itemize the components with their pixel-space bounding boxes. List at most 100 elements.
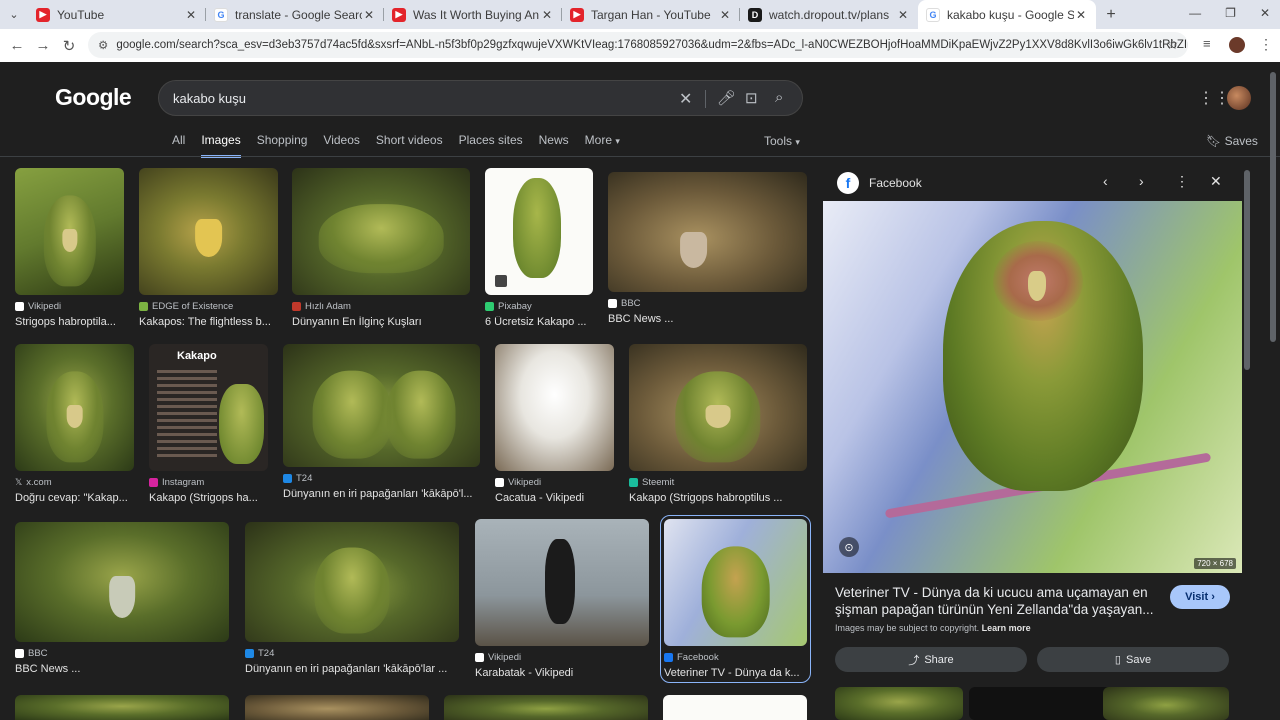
result-title[interactable]: 6 Ücretsiz Kakapo ... xyxy=(485,316,593,328)
tab-more[interactable]: More ▾ xyxy=(585,133,620,158)
panel-source[interactable]: f Facebook xyxy=(837,172,922,194)
image-result[interactable]: Vikipedi Cacatua - Vikipedi xyxy=(495,344,614,504)
image-result[interactable]: Steemit Kakapo (Strigops habroptilus ... xyxy=(629,344,807,504)
previous-icon[interactable]: ‹ xyxy=(1103,173,1108,189)
browser-tab[interactable]: ▶ Targan Han - YouTube ✕ xyxy=(562,0,740,29)
tab-images[interactable]: Images xyxy=(201,133,241,158)
image-result[interactable]: BBC BBC News ... xyxy=(15,522,229,675)
reload-icon[interactable]: ↻ xyxy=(56,37,82,55)
saves-button[interactable]: 🔖︎ Saves xyxy=(1206,134,1258,148)
account-avatar[interactable] xyxy=(1227,86,1251,110)
image-result[interactable] xyxy=(15,695,229,720)
result-thumbnail[interactable]: Kakapo xyxy=(149,344,268,471)
save-button[interactable]: ▯ Save xyxy=(1037,647,1229,672)
media-control-icon[interactable]: ≡ xyxy=(1203,36,1211,51)
forward-icon[interactable]: → xyxy=(30,37,56,54)
image-result[interactable]: EDGE of Existence Kakapos: The flightles… xyxy=(139,168,278,328)
result-thumbnail[interactable] xyxy=(15,695,229,720)
image-result[interactable] xyxy=(444,695,648,720)
result-title[interactable]: Strigops habroptila... xyxy=(15,316,124,328)
image-result[interactable]: Pixabay 6 Ücretsiz Kakapo ... xyxy=(485,168,593,328)
result-title[interactable]: Dünyanın en iri papağanları 'kākāpō'lar … xyxy=(245,663,459,675)
related-thumbnail[interactable] xyxy=(969,687,1124,720)
microphone-icon[interactable]: 🎤︎ xyxy=(717,89,736,107)
page-scrollbar[interactable] xyxy=(1270,72,1276,342)
lens-icon[interactable]: ⊙ xyxy=(839,537,859,557)
tab-list-icon[interactable]: ⌄ xyxy=(0,8,28,21)
close-icon[interactable]: ✕ xyxy=(1210,173,1222,190)
tab-all[interactable]: All xyxy=(172,133,185,158)
close-icon[interactable]: ✕ xyxy=(540,8,554,22)
result-thumbnail[interactable] xyxy=(245,695,429,720)
tab-videos[interactable]: Videos xyxy=(323,133,359,158)
learn-more-link[interactable]: Learn more xyxy=(982,623,1031,633)
related-thumbnail[interactable] xyxy=(835,687,963,720)
result-thumbnail[interactable] xyxy=(663,695,807,720)
close-icon[interactable]: ✕ xyxy=(362,8,376,22)
result-thumbnail[interactable] xyxy=(15,344,134,471)
result-title[interactable]: BBC News ... xyxy=(15,663,229,675)
image-result[interactable]: T24 Dünyanın en iri papağanları 'kākāpō'… xyxy=(245,522,459,675)
tab-short-videos[interactable]: Short videos xyxy=(376,133,443,158)
search-icon[interactable]: ⌕ xyxy=(775,89,783,106)
result-title[interactable]: Veteriner TV - Dünya da k... xyxy=(664,667,807,679)
image-result[interactable]: T24 Dünyanın en iri papağanları 'kākāpō'… xyxy=(283,344,480,500)
image-result[interactable] xyxy=(245,695,429,720)
result-thumbnail[interactable] xyxy=(15,522,229,642)
image-result-selected[interactable]: Facebook Veteriner TV - Dünya da k... xyxy=(660,515,811,683)
close-icon[interactable]: ✕ xyxy=(184,8,198,22)
tools-button[interactable]: Tools ▾ xyxy=(764,134,800,148)
preview-image[interactable]: ⊙ 720 × 678 xyxy=(823,201,1242,573)
panel-scrollbar[interactable] xyxy=(1244,170,1250,370)
image-result[interactable] xyxy=(663,695,807,720)
result-thumbnail[interactable] xyxy=(495,344,614,471)
profile-avatar[interactable] xyxy=(1229,37,1245,53)
result-thumbnail[interactable] xyxy=(15,168,124,295)
browser-tab-active[interactable]: Gkakabo kuşu - Google Search✕ xyxy=(918,0,1096,29)
result-title[interactable]: Dünyanın en iri papağanları 'kākāpō'l... xyxy=(283,488,480,500)
result-title[interactable]: Kakapos: The flightless b... xyxy=(139,316,278,328)
result-title[interactable]: Doğru cevap: "Kakap... xyxy=(15,492,134,504)
camera-lens-icon[interactable]: ⊡ xyxy=(745,89,758,107)
close-icon[interactable]: ✕ xyxy=(896,8,910,22)
result-thumbnail[interactable] xyxy=(444,695,648,720)
tab-news[interactable]: News xyxy=(539,133,569,158)
browser-tab[interactable]: Gtranslate - Google Search ✕ xyxy=(206,0,384,29)
result-thumbnail[interactable] xyxy=(245,522,459,642)
result-title[interactable]: Cacatua - Vikipedi xyxy=(495,492,614,504)
image-result[interactable]: Vikipedi Karabatak - Vikipedi xyxy=(475,519,649,679)
result-title[interactable]: Kakapo (Strigops habroptilus ... xyxy=(629,492,807,504)
more-options-icon[interactable]: ⋮ xyxy=(1175,173,1189,190)
browser-tab[interactable]: ▶ YouTube ✕ xyxy=(28,0,206,29)
share-button[interactable]: ⤴ Share xyxy=(835,647,1027,672)
site-info-icon[interactable]: ⚙ xyxy=(98,38,108,52)
close-icon[interactable]: ✕ xyxy=(718,8,732,22)
result-title[interactable]: Kakapo (Strigops ha... xyxy=(149,492,268,504)
related-thumbnail[interactable] xyxy=(1103,687,1229,720)
image-result[interactable]: BBC BBC News ... xyxy=(608,172,807,325)
google-logo[interactable]: Google xyxy=(55,84,132,111)
restore-icon[interactable]: ❐ xyxy=(1225,6,1236,20)
result-thumbnail[interactable] xyxy=(664,519,807,646)
image-result[interactable]: Hızlı Adam Dünyanın En İlginç Kuşları xyxy=(292,168,470,328)
result-thumbnail[interactable] xyxy=(475,519,649,646)
preview-title[interactable]: Veteriner TV - Dünya da ki ucucu ama uça… xyxy=(835,584,1155,618)
browser-tab[interactable]: ▶ Was It Worth Buying An Italian✕ xyxy=(384,0,562,29)
browser-tab[interactable]: Dwatch.dropout.tv/plans ✕ xyxy=(740,0,918,29)
clear-icon[interactable]: ✕ xyxy=(679,89,692,109)
bookmark-star-icon[interactable]: ☆ xyxy=(1166,36,1179,53)
result-thumbnail[interactable] xyxy=(139,168,278,295)
window-close-icon[interactable]: ✕ xyxy=(1260,6,1270,20)
result-thumbnail[interactable] xyxy=(608,172,807,292)
result-thumbnail[interactable] xyxy=(292,168,470,295)
new-tab-icon[interactable]: + xyxy=(1096,6,1126,24)
minimize-icon[interactable]: — xyxy=(1189,6,1201,20)
result-thumbnail[interactable] xyxy=(629,344,807,471)
image-result[interactable]: Kakapo Instagram Kakapo (Strigops ha... xyxy=(149,344,268,504)
next-icon[interactable]: › xyxy=(1139,173,1144,189)
menu-kebab-icon[interactable]: ⋮ xyxy=(1259,36,1273,53)
tab-places-sites[interactable]: Places sites xyxy=(459,133,523,158)
result-title[interactable]: Karabatak - Vikipedi xyxy=(475,667,649,679)
tab-shopping[interactable]: Shopping xyxy=(257,133,308,158)
result-title[interactable]: BBC News ... xyxy=(608,313,807,325)
